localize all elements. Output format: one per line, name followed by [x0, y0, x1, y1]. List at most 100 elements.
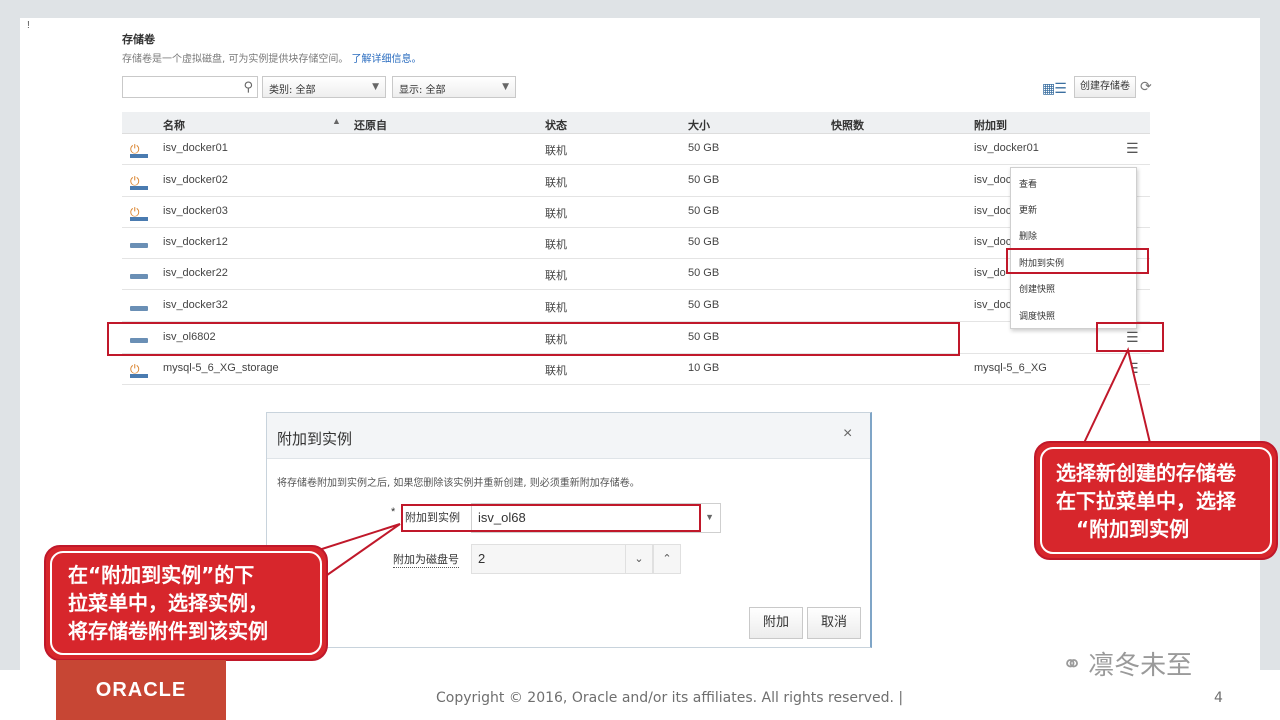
attach-button[interactable]: 附加: [749, 607, 803, 639]
table-header: 名称 还原自 状态 大小 快照数 附加到: [122, 112, 1150, 134]
learn-more-link[interactable]: 了解详细信息。: [352, 54, 422, 65]
dialog-note: 将存储卷附加到实例之后, 如果您删除该实例并重新创建, 则必须重新附加存储卷。: [277, 478, 640, 489]
menu-item-view[interactable]: 查看: [1019, 177, 1037, 190]
volume-name[interactable]: isv_docker22: [163, 267, 228, 279]
callout-right-line-1: 选择新创建的存储卷: [1056, 461, 1236, 485]
volume-attached: isv_doc: [974, 299, 1012, 311]
menu-item-create-snapshot[interactable]: 创建快照: [1019, 282, 1055, 295]
volume-status: 联机: [545, 239, 567, 251]
table-row[interactable]: ⏻ isv_docker02 联机 50 GB isv_doc: [122, 166, 1150, 197]
volume-size: 50 GB: [688, 267, 720, 279]
volume-status: 联机: [545, 302, 567, 314]
volume-size: 10 GB: [688, 362, 720, 374]
volume-status: 联机: [545, 365, 567, 377]
volume-attached: isv_doc: [974, 174, 1012, 186]
instructions-callout-right: 选择新创建的存储卷 在下拉菜单中，选择 “附加到实例: [1034, 441, 1278, 560]
volume-size: 50 GB: [688, 236, 720, 248]
decrement-chevron-icon[interactable]: ⌄: [625, 544, 653, 574]
menu-item-schedule-snapshot[interactable]: 调度快照: [1019, 309, 1055, 322]
row-menu-icon[interactable]: ☰: [1126, 360, 1139, 377]
watermark: ⚭ 凛冬未至: [1062, 645, 1192, 682]
display-filter-value: 显示: 全部: [399, 85, 446, 96]
volume-status: 联机: [545, 145, 567, 157]
chevron-down-icon: ▼: [705, 512, 714, 522]
cancel-button[interactable]: 取消: [807, 607, 861, 639]
online-volume-icon: ⏻: [130, 363, 148, 378]
callout-left-line-1: 在“附加到实例”的下: [68, 563, 255, 587]
online-volume-icon: ⏻: [130, 206, 148, 221]
table-row[interactable]: ⏻ isv_docker03 联机 50 GB isv_doc: [122, 197, 1150, 228]
page-title: 存储卷: [122, 33, 155, 46]
oracle-logo: ORACLE: [56, 660, 226, 720]
disk-volume-icon: [130, 306, 148, 311]
disk-number-value: 2: [478, 551, 486, 566]
table-row[interactable]: ⏻ mysql-5_6_XG_storage 联机 10 GB mysql-5_…: [122, 354, 1150, 385]
table-row[interactable]: isv_docker12 联机 50 GB isv_doc: [122, 228, 1150, 259]
slide-marker: !: [27, 20, 30, 31]
highlight-instance-field: [401, 504, 701, 532]
volume-size: 50 GB: [688, 205, 720, 217]
column-restore[interactable]: 还原自: [354, 117, 387, 133]
instructions-callout-left: 在“附加到实例”的下 拉菜单中，选择实例， 将存储卷附件到该实例: [44, 545, 328, 661]
disk-number-label: 附加为磁盘号: [393, 553, 459, 568]
volume-name[interactable]: isv_docker03: [163, 205, 228, 217]
description-text: 存储卷是一个虚拟磁盘, 可为实例提供块存储空间。: [122, 54, 349, 65]
online-volume-icon: ⏻: [130, 143, 148, 158]
column-attached[interactable]: 附加到: [974, 117, 1007, 133]
volume-size: 50 GB: [688, 142, 720, 154]
volume-name[interactable]: isv_docker32: [163, 299, 228, 311]
dialog-title: 附加到实例: [277, 430, 353, 448]
column-snapshots[interactable]: 快照数: [831, 117, 864, 133]
chevron-down-icon: ▼: [372, 82, 379, 92]
row-menu-icon[interactable]: ☰: [1126, 140, 1139, 157]
menu-item-delete[interactable]: 删除: [1019, 229, 1037, 242]
table-row[interactable]: isv_docker32 联机 50 GB isv_doc: [122, 291, 1150, 322]
close-icon[interactable]: ×: [843, 425, 852, 443]
volume-name[interactable]: isv_docker02: [163, 174, 228, 186]
volume-name[interactable]: mysql-5_6_XG_storage: [163, 362, 279, 374]
increment-chevron-icon[interactable]: ⌃: [653, 544, 681, 574]
volume-attached: isv_doc: [974, 205, 1012, 217]
volume-name[interactable]: isv_docker12: [163, 236, 228, 248]
highlight-row-menu: [1096, 322, 1164, 352]
search-icon[interactable]: ⚲: [243, 79, 253, 95]
volume-size: 50 GB: [688, 299, 720, 311]
copyright-text: Copyright © 2016, Oracle and/or its affi…: [436, 690, 904, 706]
category-filter-value: 类别: 全部: [269, 85, 316, 96]
online-volume-icon: ⏻: [130, 175, 148, 190]
callout-right-line-2: 在下拉菜单中，选择: [1056, 489, 1236, 513]
page-description: 存储卷是一个虚拟磁盘, 可为实例提供块存储空间。 了解详细信息。: [122, 50, 422, 65]
dialog-header: 附加到实例 ×: [267, 413, 870, 459]
page-number: 4: [1214, 690, 1223, 706]
table-row[interactable]: isv_docker22 联机 50 GB isv_do: [122, 259, 1150, 290]
callout-right-line-3: “附加到实例: [1076, 517, 1190, 541]
volume-attached: mysql-5_6_XG: [974, 362, 1047, 374]
disk-volume-icon: [130, 243, 148, 248]
required-marker: *: [391, 506, 396, 518]
menu-item-update[interactable]: 更新: [1019, 203, 1037, 216]
refresh-icon[interactable]: ⟳: [1140, 78, 1152, 95]
chat-bubble-icon: ⚭: [1062, 649, 1083, 678]
disk-volume-icon: [130, 274, 148, 279]
volume-attached: isv_doc: [974, 236, 1012, 248]
search-input[interactable]: ⚲: [122, 76, 258, 98]
column-status[interactable]: 状态: [545, 117, 567, 133]
highlight-selected-row: [107, 322, 960, 356]
volume-status: 联机: [545, 208, 567, 220]
volume-status: 联机: [545, 177, 567, 189]
view-toggle-icon[interactable]: ▦☰: [1042, 80, 1067, 97]
watermark-text: 凛冬未至: [1088, 651, 1193, 681]
create-volume-button[interactable]: 创建存储卷: [1074, 76, 1136, 98]
callout-left-line-2: 拉菜单中，选择实例，: [68, 591, 268, 615]
volume-size: 50 GB: [688, 174, 720, 186]
table-row[interactable]: ⏻ isv_docker01 联机 50 GB isv_docker01 ☰: [122, 134, 1150, 165]
column-size[interactable]: 大小: [688, 117, 710, 133]
volume-attached: isv_docker01: [974, 142, 1039, 154]
display-filter-select[interactable]: 显示: 全部 ▼: [392, 76, 516, 98]
volume-name[interactable]: isv_docker01: [163, 142, 228, 154]
sort-ascending-icon[interactable]: ▲: [332, 116, 341, 126]
category-filter-select[interactable]: 类别: 全部 ▼: [262, 76, 386, 98]
volume-attached: isv_do: [974, 267, 1006, 279]
column-name[interactable]: 名称: [163, 117, 185, 133]
callout-left-line-3: 将存储卷附件到该实例: [68, 619, 268, 643]
